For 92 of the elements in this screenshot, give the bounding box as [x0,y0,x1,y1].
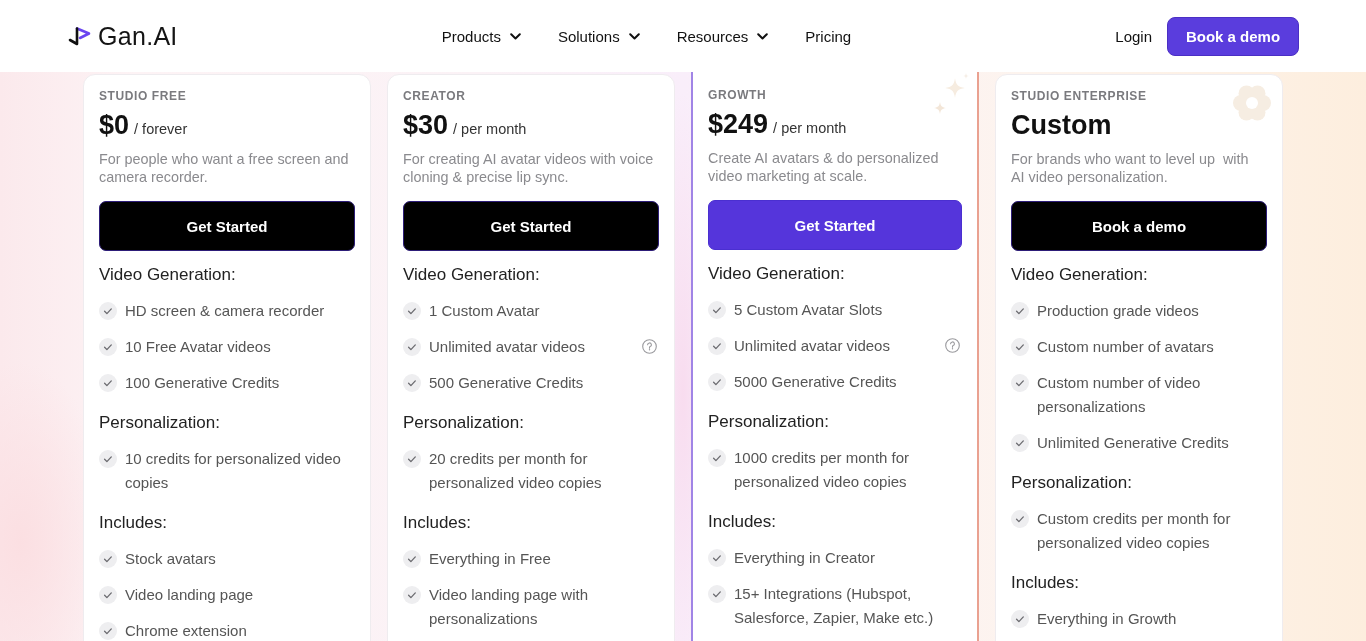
plan-button[interactable]: Get Started [99,201,355,251]
section-heading: Video Generation: [99,264,237,286]
check-icon [99,302,117,320]
price-period: / per month [773,120,847,136]
feature-text: 500 Generative Credits [429,373,585,393]
feature-text: 20 credits per month for personalized video copies [429,449,603,493]
price-period: / forever [134,121,188,137]
check-icon [1011,302,1029,320]
nav-link[interactable]: Solutions [557,27,640,45]
feature-text: Everything in Growth [1037,609,1178,629]
price-amount: $0 [99,109,130,141]
section-heading: Video Generation: [1011,264,1149,286]
nav-link[interactable]: Products [441,27,521,45]
feature-text: 5000 Generative Credits [734,372,898,392]
check-icon [1011,610,1029,628]
login-link[interactable]: Login [1115,27,1152,45]
feature-text: Unlimited avatar videos [429,337,586,357]
plan-name: STUDIO ENTERPRISE [1011,88,1148,104]
check-icon [708,449,726,467]
help-icon[interactable] [945,338,960,353]
plan-button[interactable]: Get Started [708,200,962,250]
feature-text: Custom number of avatars [1037,337,1215,357]
check-icon [1011,374,1029,392]
check-icon [403,302,421,320]
check-icon [99,374,117,392]
check-icon [99,550,117,568]
feature-text: 10 Free Avatar videos [125,337,272,357]
feature-text: 10 credits for personalized video copies [125,449,342,493]
logo-icon [68,25,93,47]
feature-text: 15+ Integrations (Hubspot, Salesforce, Zapier, Make etc.) [734,584,935,628]
check-icon [708,373,726,391]
check-icon [708,549,726,567]
feature-text: Video landing page [125,585,255,605]
feature-text: Custom credits per month for personalized video copies [1037,509,1232,553]
section-heading: Personalization: [99,412,221,434]
nav-link[interactable]: Resources [676,27,769,45]
check-icon [403,374,421,392]
feature-text: 5 Custom Avatar Slots [734,300,884,320]
check-icon [99,450,117,468]
feature-text: HD screen & camera recorder [125,301,326,321]
check-icon [708,585,726,603]
plan-button[interactable]: Book a demo [1011,201,1267,251]
flower-icon [1232,83,1272,123]
price-amount: $249 [708,108,769,140]
section-heading: Includes: [403,512,473,534]
nav-link[interactable]: Pricing [805,27,852,45]
section-heading: Video Generation: [403,264,541,286]
check-icon [1011,434,1029,452]
help-icon[interactable] [642,339,657,354]
feature-text: Everything in Free [429,549,552,569]
check-icon [708,337,726,355]
check-icon [1011,338,1029,356]
check-icon [403,586,421,604]
check-icon [708,301,726,319]
section-heading: Personalization: [1011,472,1133,494]
section-heading: Includes: [708,511,778,533]
feature-text: 1 Custom Avatar [429,301,541,321]
book-demo-button[interactable]: Book a demo [1167,16,1299,56]
check-icon [99,586,117,604]
plan-name: STUDIO FREE [99,88,188,104]
check-icon [1011,510,1029,528]
plan-description: For creating AI avatar videos with voice cloning & precise lip sync. [403,150,655,186]
plan-button[interactable]: Get Started [403,201,659,251]
feature-text: Stock avatars [125,549,217,569]
feature-text: Video landing page with personalizations [429,585,590,629]
section-heading: Includes: [99,512,169,534]
plan-description: For brands who want to level up with AI video personalization. [1011,150,1250,186]
plan-name: GROWTH [708,87,768,103]
plan-description: For people who want a free screen and camera recorder. [99,150,350,186]
section-heading: Includes: [1011,572,1081,594]
feature-text: Everything in Creator [734,548,876,568]
check-icon [403,450,421,468]
feature-text: Unlimited Generative Credits [1037,433,1230,453]
price-amount: $30 [403,109,449,141]
price-period: / per month [453,121,527,137]
section-heading: Video Generation: [708,263,846,285]
logo-link[interactable]: Gan.AI [68,21,178,51]
price-amount: Custom [1011,109,1112,141]
feature-text: 1000 credits per month for personalized video copies [734,448,911,492]
plan-description: Create AI avatars & do personalized video marketing at scale. [708,149,940,185]
plan-name: CREATOR [403,88,467,104]
section-heading: Personalization: [403,412,525,434]
feature-text: 100 Generative Credits [125,373,281,393]
check-icon [403,550,421,568]
check-icon [99,338,117,356]
feature-text: Custom number of video personalizations [1037,373,1202,417]
logo-text: Gan.AI [98,21,178,51]
feature-text: Unlimited avatar videos [734,336,891,356]
feature-text: Production grade videos [1037,301,1200,321]
check-icon [403,338,421,356]
feature-text: Chrome extension [125,621,248,641]
section-heading: Personalization: [708,411,830,433]
